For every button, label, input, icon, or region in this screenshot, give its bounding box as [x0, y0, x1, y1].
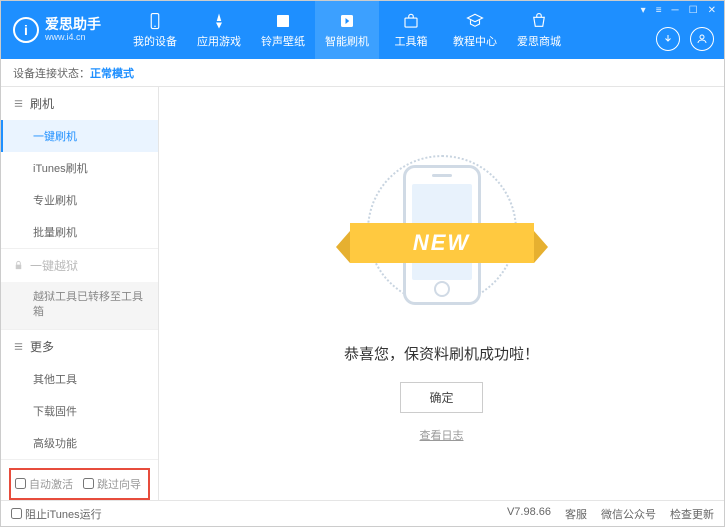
- lock-icon: [13, 260, 24, 271]
- logo: i 爱思助手 www.i4.cn: [1, 17, 113, 43]
- maximize-icon[interactable]: ☐: [687, 5, 700, 16]
- version-label: V7.98.66: [507, 506, 551, 522]
- auto-activate-checkbox[interactable]: 自动激活: [15, 476, 73, 492]
- menu-icon: [13, 341, 24, 352]
- apps-icon: [210, 12, 228, 30]
- ok-button[interactable]: 确定: [400, 382, 482, 413]
- block-itunes-checkbox[interactable]: 阻止iTunes运行: [11, 506, 102, 522]
- sidebar-item-batch-flash[interactable]: 批量刷机: [1, 216, 158, 248]
- nav-toolbox[interactable]: 工具箱: [379, 1, 443, 59]
- toolbox-icon: [402, 12, 420, 30]
- nav-apps[interactable]: 应用游戏: [187, 1, 251, 59]
- footer-link-wechat[interactable]: 微信公众号: [601, 506, 656, 522]
- sidebar-item-itunes-flash[interactable]: iTunes刷机: [1, 152, 158, 184]
- view-log-link[interactable]: 查看日志: [420, 427, 464, 443]
- store-icon: [530, 12, 548, 30]
- sidebar-group-jailbreak[interactable]: 一键越狱: [1, 249, 158, 282]
- sidebar-item-pro-flash[interactable]: 专业刷机: [1, 184, 158, 216]
- user-button[interactable]: [690, 27, 714, 51]
- status-mode: 正常模式: [90, 65, 134, 81]
- footer-link-update[interactable]: 检查更新: [670, 506, 714, 522]
- sidebar-item-download-firmware[interactable]: 下载固件: [1, 395, 158, 427]
- success-illustration: NEW: [322, 145, 562, 325]
- status-label: 设备连接状态：: [13, 65, 90, 81]
- success-message: 恭喜您，保资料刷机成功啦！: [344, 343, 539, 364]
- nav-ringtones[interactable]: 铃声壁纸: [251, 1, 315, 59]
- sidebar: 刷机 一键刷机 iTunes刷机 专业刷机 批量刷机 一键越狱 越狱工具已转移至…: [1, 87, 159, 500]
- nav-tutorials[interactable]: 教程中心: [443, 1, 507, 59]
- nav-store[interactable]: 爱思商城: [507, 1, 571, 59]
- download-button[interactable]: [656, 27, 680, 51]
- top-nav: 我的设备 应用游戏 铃声壁纸 智能刷机 工具箱 教程中心 爱思商城: [123, 1, 571, 59]
- close-icon[interactable]: ✕: [706, 5, 718, 16]
- sidebar-item-advanced[interactable]: 高级功能: [1, 427, 158, 459]
- sidebar-group-flash[interactable]: 刷机: [1, 87, 158, 120]
- app-title: 爱思助手: [45, 17, 101, 32]
- sidebar-group-more[interactable]: 更多: [1, 330, 158, 363]
- app-header: i 爱思助手 www.i4.cn 我的设备 应用游戏 铃声壁纸 智能刷机 工具箱…: [1, 1, 724, 59]
- app-url: www.i4.cn: [45, 33, 101, 43]
- phone-icon: [146, 12, 164, 30]
- nav-my-device[interactable]: 我的设备: [123, 1, 187, 59]
- menu-icon[interactable]: ≡: [654, 5, 664, 16]
- nav-flash[interactable]: 智能刷机: [315, 1, 379, 59]
- main-panel: NEW 恭喜您，保资料刷机成功啦！ 确定 查看日志: [159, 87, 724, 500]
- sidebar-jailbreak-note: 越狱工具已转移至工具箱: [1, 282, 158, 329]
- sidebar-item-other-tools[interactable]: 其他工具: [1, 363, 158, 395]
- wallpaper-icon: [274, 12, 292, 30]
- status-bar: 设备连接状态： 正常模式: [1, 59, 724, 87]
- checkbox-highlight-box: 自动激活 跳过向导: [9, 468, 150, 500]
- footer: 阻止iTunes运行 V7.98.66 客服 微信公众号 检查更新: [1, 500, 724, 526]
- skip-guide-checkbox[interactable]: 跳过向导: [83, 476, 141, 492]
- footer-link-support[interactable]: 客服: [565, 506, 587, 522]
- list-icon: [13, 98, 24, 109]
- minimize-icon[interactable]: ─: [670, 5, 681, 16]
- dropdown-icon[interactable]: ▾: [639, 5, 648, 16]
- window-controls: ▾ ≡ ─ ☐ ✕: [639, 5, 718, 16]
- flash-icon: [338, 12, 356, 30]
- tutorial-icon: [466, 12, 484, 30]
- new-ribbon: NEW: [350, 223, 534, 263]
- sidebar-item-oneclick-flash[interactable]: 一键刷机: [1, 120, 158, 152]
- logo-icon: i: [13, 17, 39, 43]
